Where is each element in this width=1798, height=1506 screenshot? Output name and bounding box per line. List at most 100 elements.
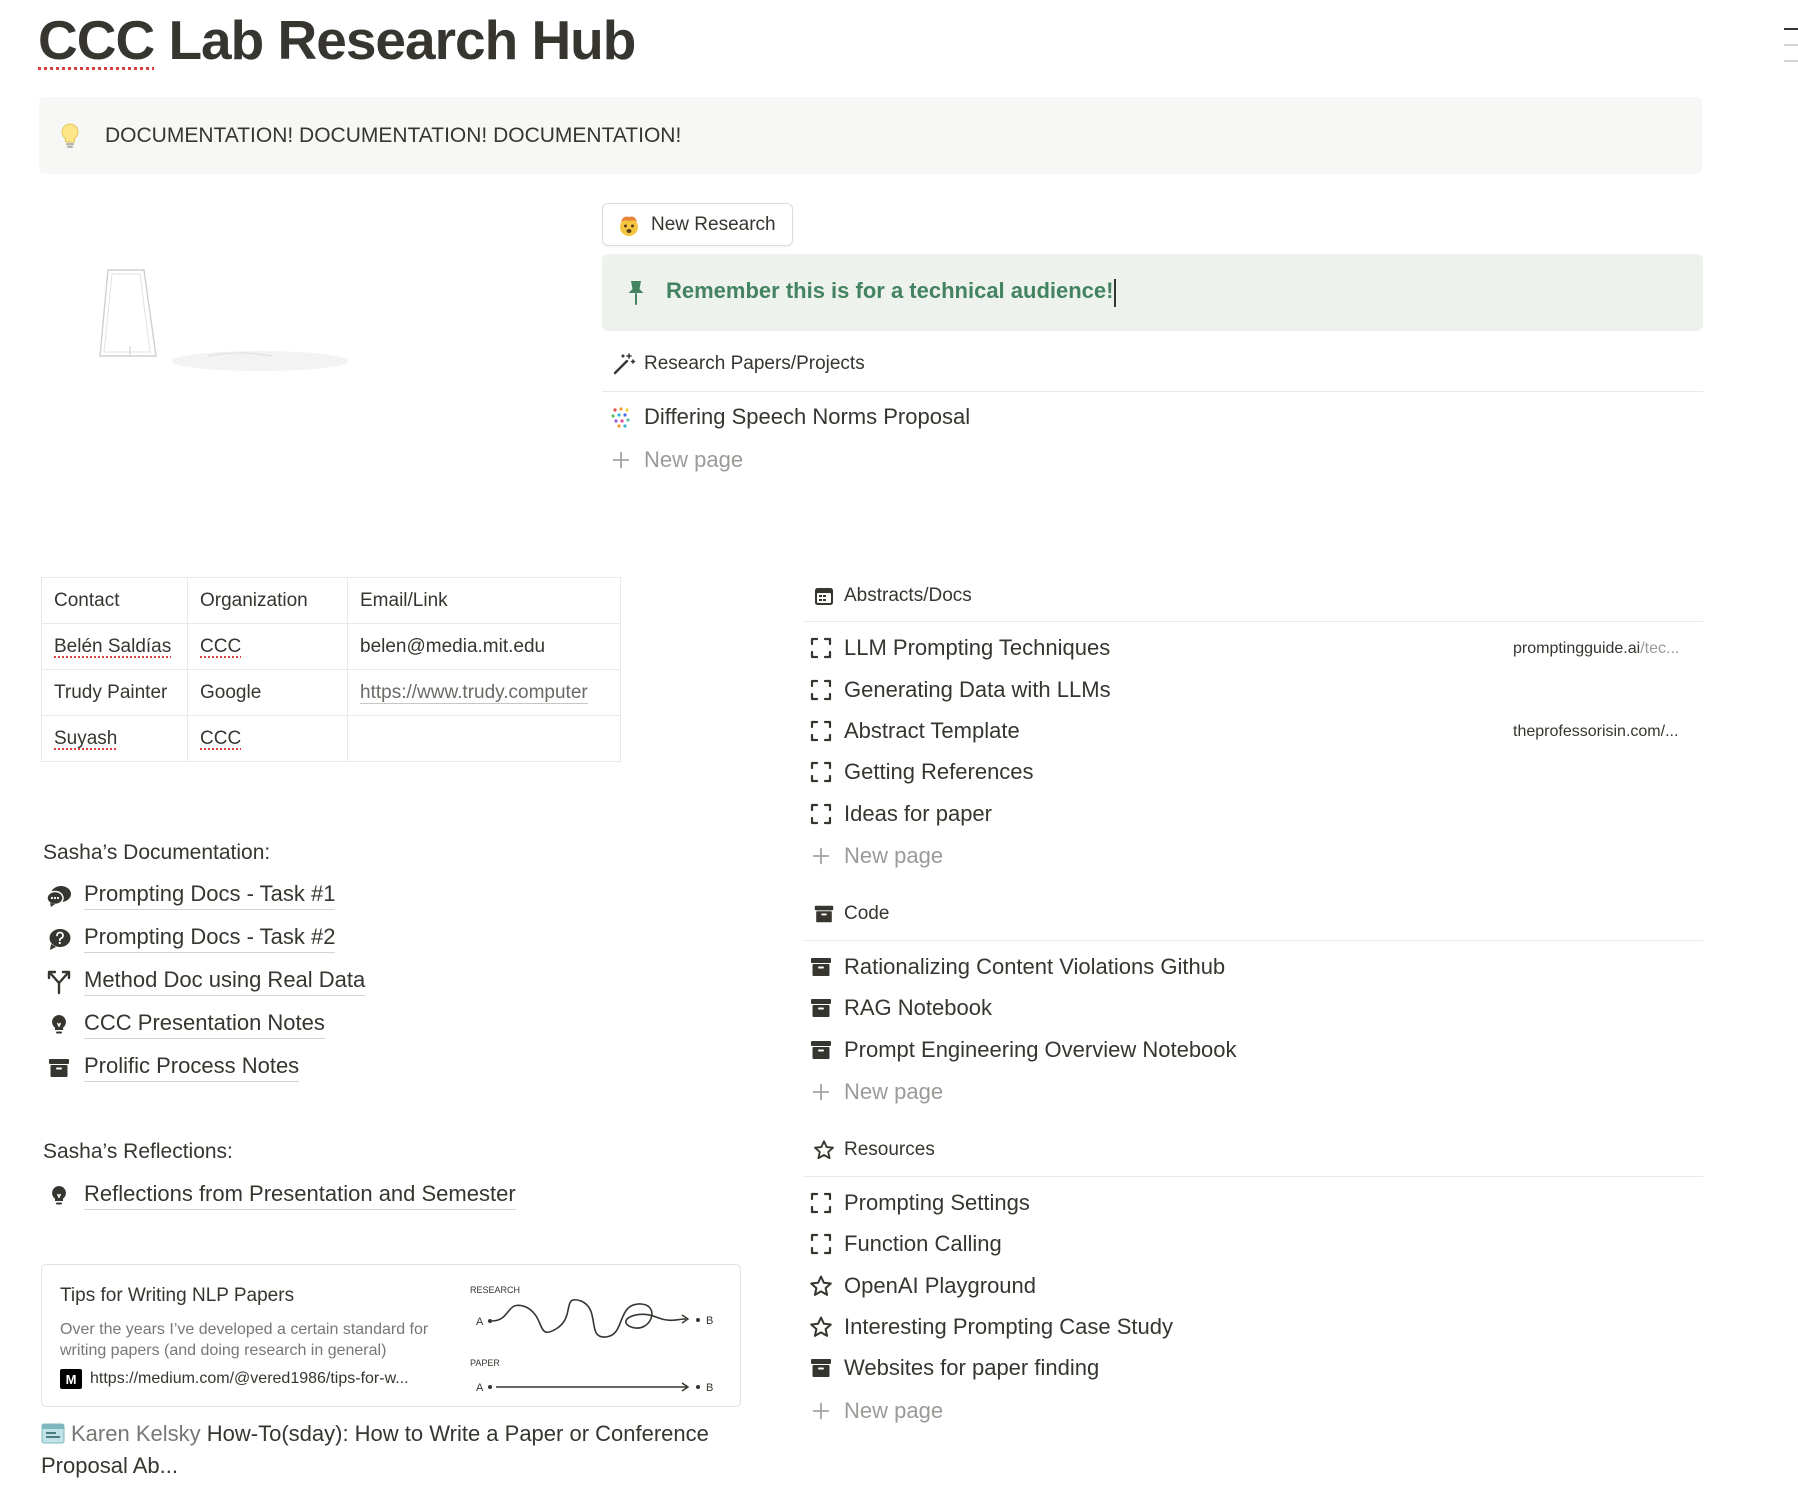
table-of-contents-indicator[interactable] (1784, 28, 1798, 76)
archive-box-icon (808, 1037, 834, 1063)
medium-logo-icon: M (60, 1369, 82, 1389)
abstracts-new-page-button[interactable]: New page (808, 843, 943, 869)
new-research-label: New Research (651, 213, 776, 235)
doc-link-prolific-notes[interactable]: Prolific Process Notes (46, 1053, 300, 1082)
abstracts-divider (803, 621, 1703, 622)
table-cell[interactable] (347, 715, 621, 762)
resources-header[interactable]: Resources (812, 1138, 935, 1162)
doc-link-ccc-presentation[interactable]: CCC Presentation Notes (46, 1010, 325, 1039)
abstract-item-link[interactable]: theprofessorisin.com/... (1513, 723, 1678, 741)
abstracts-header[interactable]: Abstracts/Docs (812, 584, 972, 608)
doc-link-label: Reflections from Presentation and Semest… (84, 1181, 516, 1210)
resource-item-case-study[interactable]: Interesting Prompting Case Study (808, 1314, 1173, 1340)
pushpin-icon (624, 279, 648, 307)
doc-link-reflections[interactable]: Reflections from Presentation and Semest… (46, 1181, 516, 1210)
resource-item-label: Websites for paper finding (844, 1355, 1100, 1380)
contact-email: belen@media.mit.edu (360, 635, 546, 657)
sketch-image[interactable] (90, 258, 370, 398)
abstract-item-link[interactable]: promptingguide.ai/tec... (1513, 640, 1679, 658)
table-header-cell[interactable]: Organization (187, 577, 348, 624)
research-papers-divider (602, 391, 1703, 392)
resources-new-page-button[interactable]: New page (808, 1398, 943, 1424)
page-title-first-word: CCC (38, 9, 155, 71)
star-icon (808, 1273, 834, 1299)
table-header-cell[interactable]: Contact (41, 577, 188, 624)
research-item-differing-speech[interactable]: Differing Speech Norms Proposal (608, 404, 970, 430)
table-cell[interactable]: CCC (187, 623, 348, 670)
research-new-page-button[interactable]: New page (608, 447, 743, 473)
abstract-item-label: Getting References (844, 759, 1034, 784)
doc-link-label: Prolific Process Notes (84, 1053, 300, 1082)
doc-link-label: CCC Presentation Notes (84, 1010, 325, 1039)
callout-note-text: Remember this is for a technical audienc… (666, 278, 1114, 304)
code-new-page-button[interactable]: New page (808, 1079, 943, 1105)
doc-link-prompting-task-1[interactable]: Prompting Docs - Task #1 (46, 881, 336, 910)
new-research-button[interactable]: New Research (602, 203, 793, 246)
bookmark-nlp-tips[interactable]: Tips for Writing NLP Papers Over the yea… (41, 1264, 741, 1407)
page-title[interactable]: CCC Lab Research Hub (38, 8, 636, 72)
table-cell[interactable]: CCC (187, 715, 348, 762)
resource-item-function-calling[interactable]: Function Calling (808, 1231, 1002, 1257)
abstract-item-label: Generating Data with LLMs (844, 677, 1111, 702)
research-papers-header[interactable]: Research Papers/Projects (612, 352, 865, 376)
code-item-prompt-engineering[interactable]: Prompt Engineering Overview Notebook (808, 1037, 1237, 1063)
abstract-item-llm-prompting[interactable]: LLM Prompting Techniques (808, 635, 1110, 661)
table-cell[interactable]: https://www.trudy.computer (347, 669, 621, 716)
contact-name: Suyash (54, 727, 118, 749)
chat-bubbles-icon (46, 883, 72, 909)
bookmark-description: Over the years I’ve developed a certain … (60, 1321, 429, 1359)
code-title: Code (844, 903, 890, 924)
table-cell[interactable]: Trudy Painter (41, 669, 188, 716)
thumbnail-point-a: A (476, 1316, 484, 1328)
research-papers-title: Research Papers/Projects (644, 353, 865, 374)
table-cell[interactable]: belen@media.mit.edu (347, 623, 621, 670)
abstract-item-getting-references[interactable]: Getting References (808, 759, 1034, 785)
lightbulb-icon (46, 1183, 72, 1209)
technical-audience-callout[interactable]: Remember this is for a technical audienc… (602, 254, 1703, 331)
resource-item-openai-playground[interactable]: OpenAI Playground (808, 1273, 1036, 1299)
contacts-table[interactable]: Contact Organization Email/Link Belén Sa… (41, 577, 621, 762)
doc-link-method-doc[interactable]: Method Doc using Real Data (46, 967, 366, 996)
link-domain: theprofessorisin.com/... (1513, 723, 1679, 740)
dashed-square-icon (808, 801, 834, 827)
archive-box-icon (46, 1055, 72, 1081)
code-header[interactable]: Code (812, 902, 889, 926)
table-cell[interactable]: Suyash (41, 715, 188, 762)
code-item-rationalizing[interactable]: Rationalizing Content Violations Github (808, 954, 1225, 980)
magic-wand-icon (612, 352, 636, 376)
table-cell[interactable]: Google (187, 669, 348, 716)
bookmark-title: Tips for Writing NLP Papers (60, 1285, 295, 1306)
documentation-callout[interactable]: DOCUMENTATION! DOCUMENTATION! DOCUMENTAT… (39, 97, 1702, 174)
resource-item-paper-finding[interactable]: Websites for paper finding (808, 1355, 1099, 1381)
resource-item-prompting-settings[interactable]: Prompting Settings (808, 1190, 1030, 1216)
lightbulb-icon (59, 122, 81, 149)
code-item-rag-notebook[interactable]: RAG Notebook (808, 995, 992, 1021)
resource-item-label: Prompting Settings (844, 1190, 1030, 1215)
page-title-rest: Lab Research Hub (154, 9, 636, 71)
plus-icon (808, 843, 834, 869)
code-item-label: Prompt Engineering Overview Notebook (844, 1037, 1237, 1062)
calendar-page-icon (41, 1421, 67, 1444)
dashed-square-icon (808, 1231, 834, 1257)
bookmark-thumbnail: RESEARCH A B PAPER A B (466, 1279, 736, 1401)
resource-item-label: Function Calling (844, 1231, 1002, 1256)
fork-arrow-icon (46, 969, 72, 995)
plus-icon (808, 1398, 834, 1424)
contact-link[interactable]: https://www.trudy.computer (360, 682, 588, 703)
bookmark-url-row: M https://medium.com/@vered1986/tips-for… (60, 1369, 409, 1389)
table-header-cell[interactable]: Email/Link (347, 577, 621, 624)
abstract-item-ideas[interactable]: Ideas for paper (808, 801, 992, 827)
doc-link-label: Method Doc using Real Data (84, 967, 366, 996)
abstract-item-template[interactable]: Abstract Template (808, 718, 1020, 744)
link-mention-karen-kelsky[interactable]: Karen Kelsky How-To(sday): How to Write … (41, 1418, 741, 1482)
code-item-label: Rationalizing Content Violations Github (844, 954, 1226, 979)
abstract-item-label: Ideas for paper (844, 801, 992, 826)
abstract-item-generating-data[interactable]: Generating Data with LLMs (808, 677, 1111, 703)
abstracts-title: Abstracts/Docs (844, 585, 972, 606)
resource-item-label: OpenAI Playground (844, 1273, 1037, 1298)
doc-link-prompting-task-2[interactable]: Prompting Docs - Task #2 (46, 924, 336, 953)
new-page-label: New page (844, 843, 944, 868)
table-cell[interactable]: Belén Saldías (41, 623, 188, 670)
table-header-row: Contact Organization Email/Link (41, 577, 621, 624)
sasha-reflections-label: Sasha’s Reflections: (43, 1140, 233, 1163)
